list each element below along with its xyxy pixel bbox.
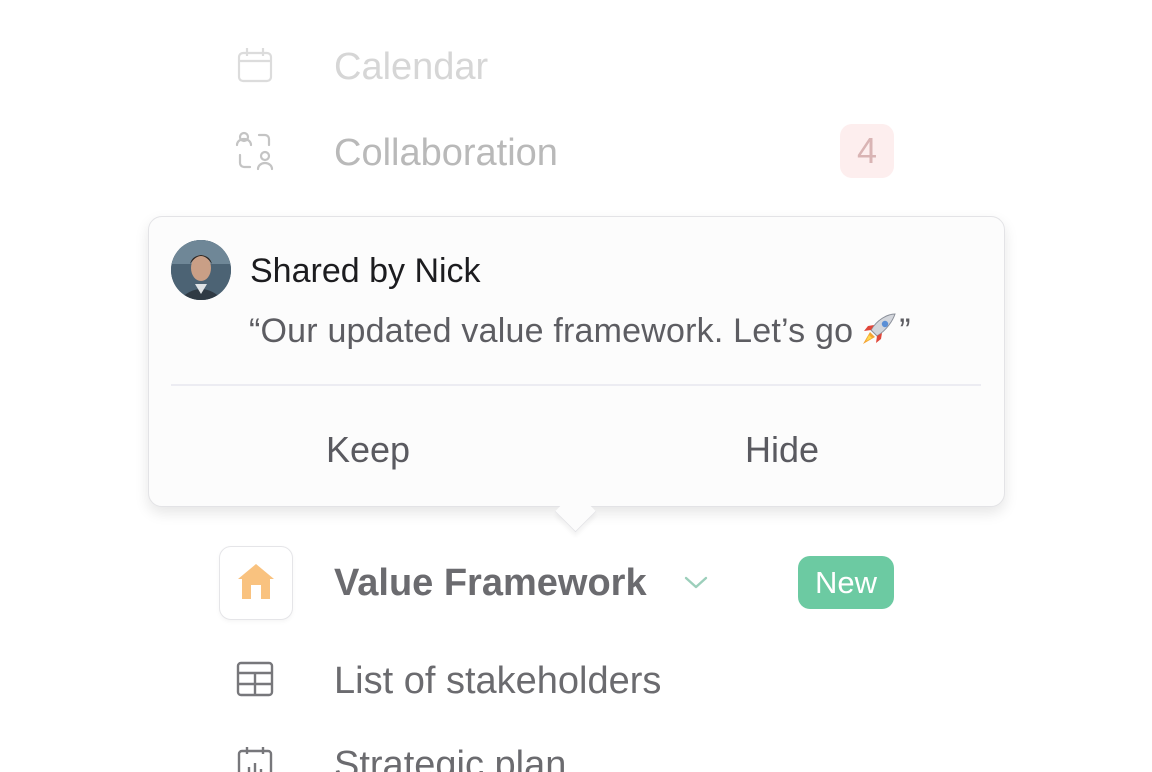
home-icon	[234, 561, 278, 606]
sidebar-item-calendar[interactable]: Calendar	[0, 36, 1152, 96]
keep-button[interactable]: Keep	[218, 420, 518, 480]
table-icon	[232, 656, 278, 702]
unread-count-badge: 4	[840, 124, 894, 178]
sidebar-item-collaboration[interactable]: Collaboration 4	[0, 122, 1152, 182]
share-message: “Our updated value framework. Let’s go ”	[249, 312, 911, 348]
sidebar-item-label: Strategic plan	[334, 744, 567, 772]
popover-divider	[171, 384, 981, 386]
rocket-emoji-icon	[859, 312, 899, 348]
new-badge: New	[798, 556, 894, 609]
calendar-icon	[232, 42, 278, 88]
sidebar-item-stakeholders[interactable]: List of stakeholders	[0, 650, 1152, 710]
sidebar-item-label: List of stakeholders	[334, 660, 662, 702]
share-message-end: ”	[899, 312, 911, 350]
chevron-down-icon[interactable]	[682, 572, 710, 592]
share-message-text: “Our updated value framework. Let’s go	[249, 312, 854, 350]
sidebar-item-value-framework-icon[interactable]	[219, 546, 293, 620]
collaboration-icon	[232, 128, 278, 174]
sidebar-item-strategic-plan[interactable]: Strategic plan	[0, 736, 1152, 772]
avatar	[171, 240, 231, 300]
share-title: Shared by Nick	[250, 252, 481, 290]
hide-button[interactable]: Hide	[632, 420, 932, 480]
sidebar-item-label: Calendar	[334, 46, 489, 88]
sidebar-navigation: Calendar Collaboration 4 Shared by Nick …	[0, 0, 1152, 772]
sidebar-item-label: Collaboration	[334, 132, 558, 174]
chart-icon	[232, 742, 278, 772]
sidebar-item-value-framework[interactable]: Value Framework	[334, 564, 647, 602]
